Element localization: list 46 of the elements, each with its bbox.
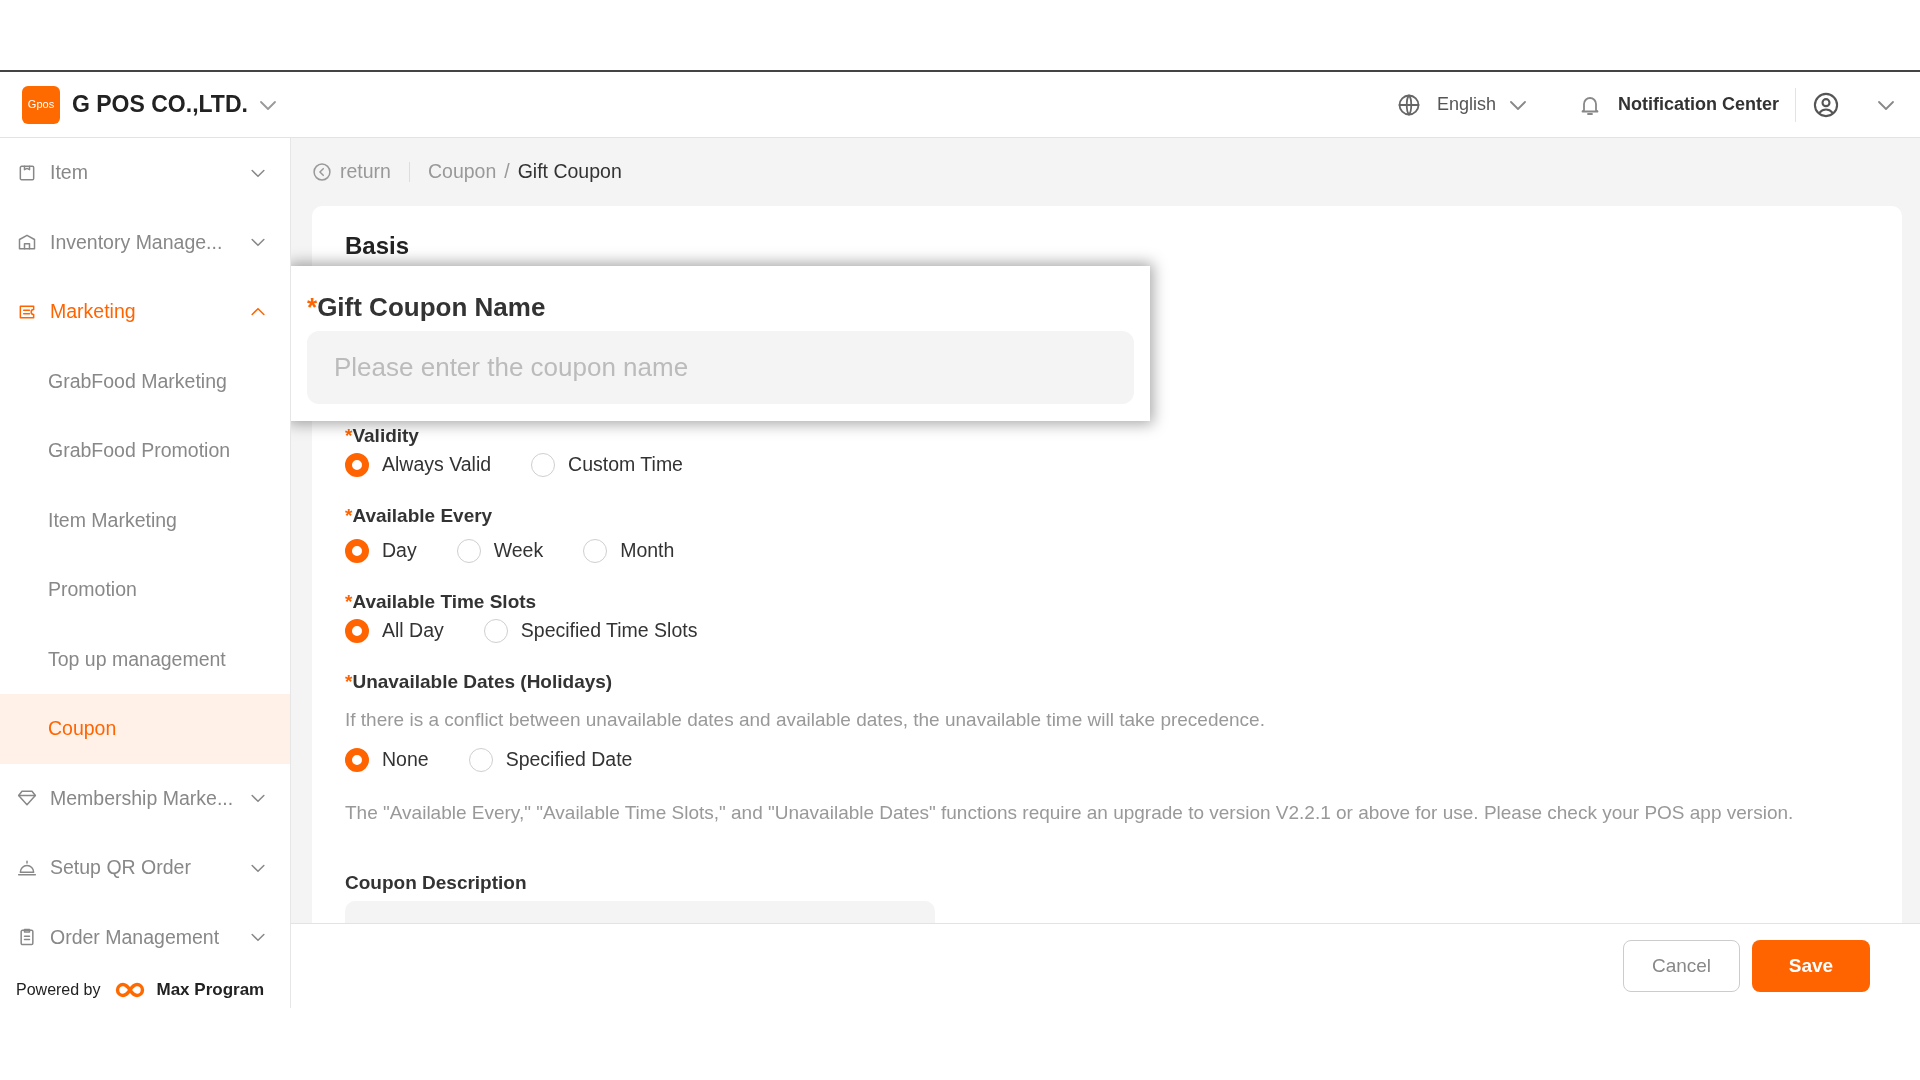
company-name: G POS CO.,LTD. (72, 90, 248, 120)
radio-option[interactable]: Always Valid (345, 450, 492, 480)
field-label: *Available Time Slots (345, 590, 538, 614)
radio-option[interactable]: Specified Date (468, 744, 633, 775)
radio-option[interactable]: All Day (345, 616, 444, 646)
language-selector[interactable]: English (1436, 91, 1496, 118)
back-link[interactable]: return (312, 157, 391, 187)
radio-option[interactable]: Day (345, 536, 417, 566)
powered-by-text: Powered by (16, 980, 101, 1000)
sidebar-subitem[interactable]: GrabFood Promotion (0, 416, 290, 486)
sidebar-item[interactable]: Order Management (0, 902, 290, 972)
section-title: Basis (345, 231, 411, 261)
radio-option[interactable]: Custom Time (531, 450, 683, 480)
save-button[interactable]: Save (1752, 940, 1870, 992)
note-text: The "Available Every," "Available Time Slots," and "Unavailable Dates" functions require an upgrade to version V2.2.1 or above for use. Please check your POS app version. (345, 800, 1795, 825)
breadcrumb-item[interactable]: Coupon (427, 157, 497, 187)
field-label: *Available Every (345, 504, 494, 528)
sidebar-item[interactable]: Item (0, 138, 290, 208)
user-icon[interactable] (1812, 90, 1840, 119)
field-label: *Unavailable Dates (Holidays) (345, 670, 614, 694)
breadcrumb-separator: / (504, 159, 510, 185)
cancel-button[interactable]: Cancel (1623, 940, 1740, 992)
sidebar-subitem[interactable]: Coupon (0, 694, 290, 764)
breadcrumb-item: Gift Coupon (517, 159, 622, 185)
hint-text: If there is a conflict between unavailable dates and available dates, the unavailable time will take precedence. (345, 708, 1266, 732)
field-label: *Gift Coupon Name (307, 291, 547, 324)
radio-option[interactable]: None (345, 744, 429, 775)
sidebar-subitem[interactable]: Promotion (0, 555, 290, 625)
sidebar-subitem[interactable]: Top up management (0, 624, 290, 694)
sidebar-subitem[interactable]: Item Marketing (0, 485, 290, 555)
clipboard-icon (17, 927, 37, 948)
sidebar-subitem[interactable]: GrabFood Marketing (0, 346, 290, 416)
sidebar-item[interactable]: Marketing (0, 277, 290, 347)
logo-icon: Gpos (22, 85, 60, 124)
radio-option[interactable]: Week (456, 536, 544, 566)
sidebar-item[interactable]: Membership Marke... (0, 763, 290, 833)
field-label: *Validity (345, 424, 420, 448)
radio-option[interactable]: Specified Time Slots (483, 616, 698, 646)
notification-center-link[interactable]: Notification Center (1618, 91, 1779, 118)
radio-option[interactable]: Month (583, 536, 675, 566)
sidebar-item[interactable]: Setup QR Order (0, 833, 290, 903)
field-label: Coupon Description (345, 871, 528, 895)
sidebar-item[interactable]: Inventory Manage... (0, 207, 290, 277)
globe-icon[interactable] (1396, 92, 1421, 117)
brand-name: Max Program (156, 979, 265, 1002)
coupon-name-field[interactable]: Please enter the coupon name (307, 331, 1134, 404)
